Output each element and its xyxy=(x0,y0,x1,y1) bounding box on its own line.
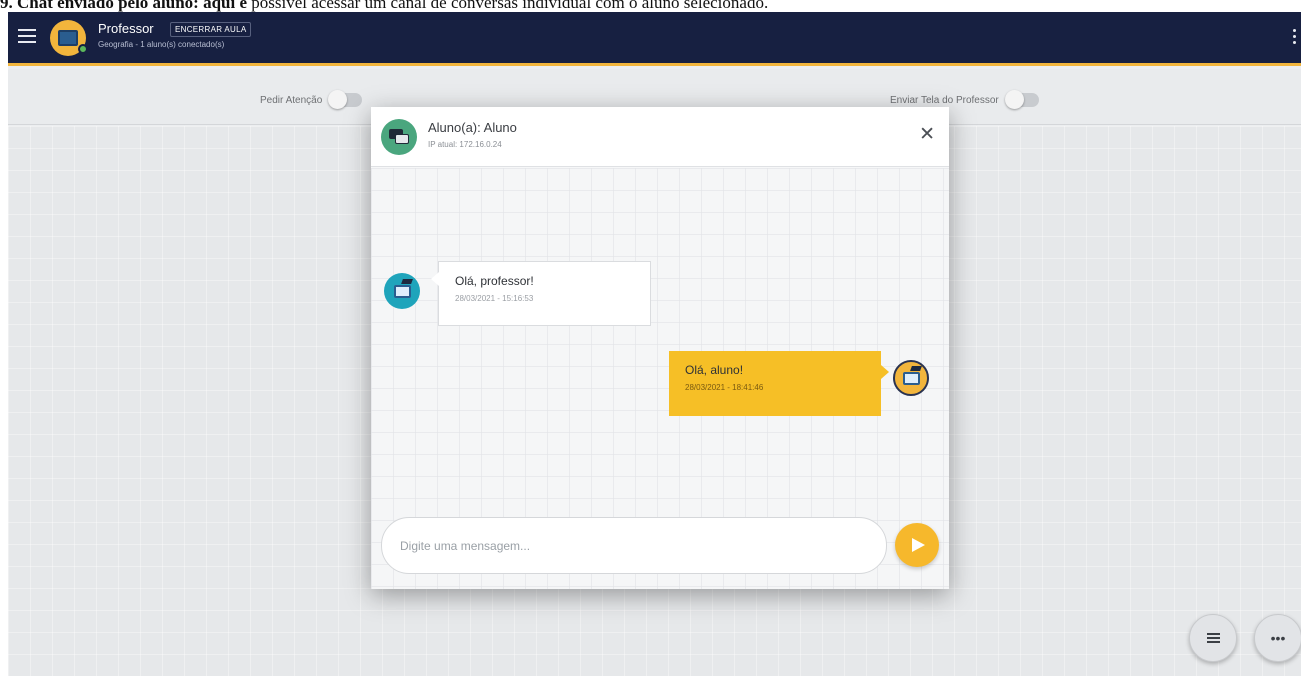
send-screen-toggle-row: Enviar Tela do Professor xyxy=(890,90,1039,109)
online-status-dot xyxy=(78,44,88,54)
class-subtitle: Geografia - 1 aluno(s) conectado(s) xyxy=(98,40,225,49)
caption-text: possível acessar um canal de conversas i… xyxy=(247,0,769,12)
more-vert-icon[interactable] xyxy=(1293,29,1297,45)
message-text: Olá, aluno! xyxy=(685,363,744,377)
send-icon xyxy=(912,538,925,552)
student-monitor-icon xyxy=(393,284,411,298)
chat-dialog: Aluno(a): Aluno IP atual: 172.16.0.24 ✕ … xyxy=(371,107,949,589)
app-window: Professor ENCERRAR AULA Geografia - 1 al… xyxy=(8,12,1301,676)
hamburger-menu-icon[interactable] xyxy=(18,29,36,45)
list-icon xyxy=(1206,631,1220,645)
ask-attention-toggle-row: Pedir Atenção xyxy=(260,90,363,109)
teacher-avatar xyxy=(50,20,88,56)
more-horiz-icon: ••• xyxy=(1270,630,1286,646)
chat-header: Aluno(a): Aluno IP atual: 172.16.0.24 ✕ xyxy=(371,107,949,167)
message-text: Olá, professor! xyxy=(455,274,534,288)
document-caption: 9. Chat enviado pelo aluno: aqui é possí… xyxy=(0,0,1301,12)
teacher-message: Olá, aluno! 28/03/2021 - 18:41:46 xyxy=(669,351,889,416)
caption-bold-2: aqui é xyxy=(203,0,248,12)
list-view-button[interactable] xyxy=(1189,614,1237,662)
close-icon[interactable]: ✕ xyxy=(919,125,935,144)
top-bar: Professor ENCERRAR AULA Geografia - 1 al… xyxy=(8,12,1301,66)
send-screen-switch[interactable] xyxy=(1004,90,1039,109)
chat-icon xyxy=(381,119,417,155)
ask-attention-label: Pedir Atenção xyxy=(260,94,323,106)
end-class-button[interactable]: ENCERRAR AULA xyxy=(170,22,252,37)
monitor-icon xyxy=(58,30,78,46)
teacher-avatar-small xyxy=(893,360,929,396)
chat-title: Aluno(a): Aluno xyxy=(428,120,517,135)
message-time: 28/03/2021 - 15:16:53 xyxy=(455,294,534,303)
student-avatar xyxy=(384,273,420,309)
send-screen-label: Enviar Tela do Professor xyxy=(890,94,999,106)
message-input-wrapper xyxy=(381,517,887,574)
teacher-monitor-icon xyxy=(902,371,920,385)
student-ip: IP atual: 172.16.0.24 xyxy=(428,140,502,149)
ask-attention-switch[interactable] xyxy=(328,90,363,109)
caption-bold: 9. Chat enviado pelo aluno: xyxy=(0,0,199,12)
student-message: Olá, professor! 28/03/2021 - 15:16:53 xyxy=(431,261,651,326)
more-options-button[interactable]: ••• xyxy=(1254,614,1301,662)
user-title: Professor xyxy=(98,21,154,36)
message-time: 28/03/2021 - 18:41:46 xyxy=(685,383,764,392)
message-input[interactable] xyxy=(400,536,870,556)
send-button[interactable] xyxy=(895,523,939,567)
